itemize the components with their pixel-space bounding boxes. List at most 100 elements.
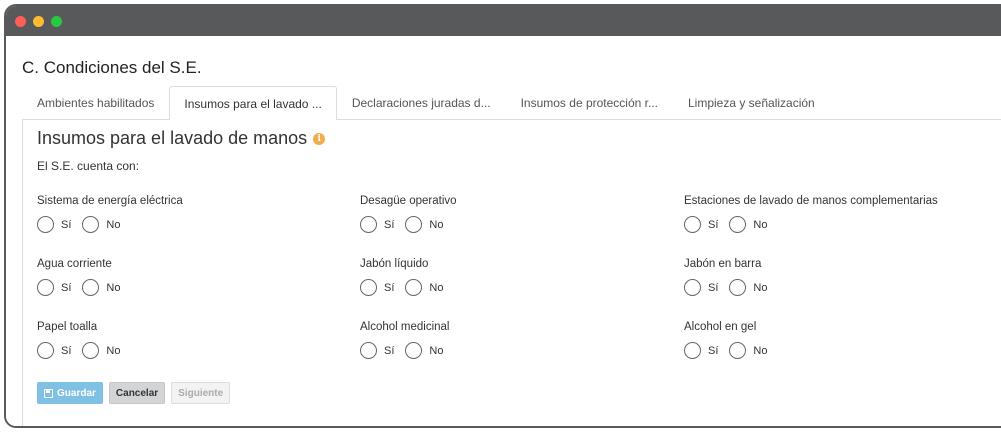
radio-group: Sí No [684, 216, 984, 233]
radio-label: Sí [708, 281, 719, 294]
question-label: Agua corriente [37, 258, 112, 270]
question-label: Jabón líquido [360, 258, 429, 270]
radio-option-no[interactable]: No [405, 342, 443, 359]
radio-button[interactable] [729, 279, 747, 296]
radio-option-yes[interactable]: Sí [37, 216, 71, 233]
tab-insumos-proteccion[interactable]: Insumos de protección r... [506, 86, 673, 119]
close-window-icon[interactable] [15, 15, 26, 27]
question-label: Jabón en barra [684, 258, 762, 270]
question-item: Jabón en barra Sí No [684, 258, 984, 296]
form-actions: Guardar Cancelar Siguiente [37, 382, 231, 404]
radio-group: Sí No [37, 342, 337, 359]
question-item: Alcohol medicinal Sí No [360, 321, 660, 359]
save-button-label: Guardar [57, 387, 96, 399]
radio-label: No [106, 344, 121, 357]
maximize-window-icon[interactable] [51, 15, 62, 27]
main-content: C. Condiciones del S.E. Ambientes habili… [6, 36, 1001, 426]
question-item: Agua corriente Sí No [37, 258, 337, 296]
app-window: C. Condiciones del S.E. Ambientes habili… [4, 4, 1001, 428]
tab-insumos-lavado[interactable]: Insumos para el lavado ... [169, 86, 337, 120]
radio-group: Sí No [37, 216, 337, 233]
radio-group: Sí No [684, 342, 984, 359]
radio-option-no[interactable]: No [729, 216, 767, 233]
radio-label: No [106, 281, 121, 294]
radio-option-yes[interactable]: Sí [684, 216, 718, 233]
section-subtitle: El S.E. cuenta con: [37, 159, 140, 173]
question-label: Sistema de energía eléctrica [37, 195, 183, 207]
radio-group: Sí No [37, 279, 337, 296]
radio-group: Sí No [684, 279, 984, 296]
radio-button[interactable] [360, 279, 377, 296]
radio-option-no[interactable]: No [82, 279, 120, 296]
question-label: Alcohol medicinal [360, 321, 450, 333]
radio-label: Sí [61, 344, 72, 357]
radio-button[interactable] [684, 216, 701, 233]
radio-label: Sí [61, 218, 72, 231]
radio-button[interactable] [405, 279, 423, 296]
radio-button[interactable] [684, 279, 701, 296]
radio-button[interactable] [37, 216, 54, 233]
radio-label: Sí [708, 344, 719, 357]
window-titlebar [6, 6, 1001, 36]
next-button[interactable]: Siguiente [171, 382, 231, 404]
question-label: Alcohol en gel [684, 321, 757, 333]
floppy-icon [44, 388, 53, 398]
radio-label: Sí [384, 281, 395, 294]
minimize-window-icon[interactable] [33, 15, 44, 27]
radio-button[interactable] [405, 342, 423, 359]
radio-option-no[interactable]: No [82, 216, 120, 233]
radio-button[interactable] [37, 342, 54, 359]
radio-option-yes[interactable]: Sí [360, 342, 394, 359]
radio-label: No [106, 218, 121, 231]
radio-label: Sí [384, 344, 395, 357]
question-item: Desagüe operativo Sí No [360, 195, 660, 233]
radio-option-yes[interactable]: Sí [684, 279, 718, 296]
radio-button[interactable] [729, 342, 747, 359]
radio-button[interactable] [82, 279, 100, 296]
radio-group: Sí No [360, 279, 660, 296]
radio-label: Sí [384, 218, 395, 231]
radio-group: Sí No [360, 216, 660, 233]
radio-option-no[interactable]: No [405, 279, 443, 296]
radio-group: Sí No [360, 342, 660, 359]
tab-ambientes-habilitados[interactable]: Ambientes habilitados [22, 86, 169, 119]
question-label: Estaciones de lavado de manos complement… [684, 195, 938, 207]
cancel-button[interactable]: Cancelar [108, 382, 166, 404]
question-item: Alcohol en gel Sí No [684, 321, 984, 359]
radio-button[interactable] [82, 342, 100, 359]
section-title: Insumos para el lavado de manos i [37, 128, 326, 149]
radio-button[interactable] [360, 216, 377, 233]
radio-button[interactable] [729, 216, 747, 233]
radio-button[interactable] [684, 342, 701, 359]
save-button[interactable]: Guardar [37, 382, 103, 404]
radio-option-no[interactable]: No [82, 342, 120, 359]
tab-declaraciones-juradas[interactable]: Declaraciones juradas d... [337, 86, 506, 119]
radio-button[interactable] [360, 342, 377, 359]
radio-button[interactable] [405, 216, 423, 233]
radio-label: No [753, 218, 768, 231]
radio-option-no[interactable]: No [729, 279, 767, 296]
info-icon[interactable]: i [313, 132, 326, 145]
section-title-text: Insumos para el lavado de manos [37, 128, 308, 148]
question-item: Papel toalla Sí No [37, 321, 337, 359]
question-item: Estaciones de lavado de manos complement… [684, 195, 984, 233]
radio-option-no[interactable]: No [729, 342, 767, 359]
radio-option-yes[interactable]: Sí [37, 279, 71, 296]
tab-limpieza-senalizacion[interactable]: Limpieza y señalización [673, 86, 830, 119]
radio-label: Sí [708, 218, 719, 231]
radio-button[interactable] [82, 216, 100, 233]
radio-label: Sí [61, 281, 72, 294]
radio-option-no[interactable]: No [405, 216, 443, 233]
tab-bar: Ambientes habilitados Insumos para el la… [22, 86, 1001, 120]
radio-label: No [429, 281, 444, 294]
radio-label: No [753, 281, 768, 294]
radio-button[interactable] [37, 279, 54, 296]
radio-option-yes[interactable]: Sí [360, 279, 394, 296]
tab-panel: Insumos para el lavado de manos i El S.E… [22, 120, 1001, 426]
radio-option-yes[interactable]: Sí [684, 342, 718, 359]
question-item: Sistema de energía eléctrica Sí No [37, 195, 337, 233]
radio-label: No [753, 344, 768, 357]
question-label: Papel toalla [37, 321, 98, 333]
radio-option-yes[interactable]: Sí [360, 216, 394, 233]
radio-option-yes[interactable]: Sí [37, 342, 71, 359]
